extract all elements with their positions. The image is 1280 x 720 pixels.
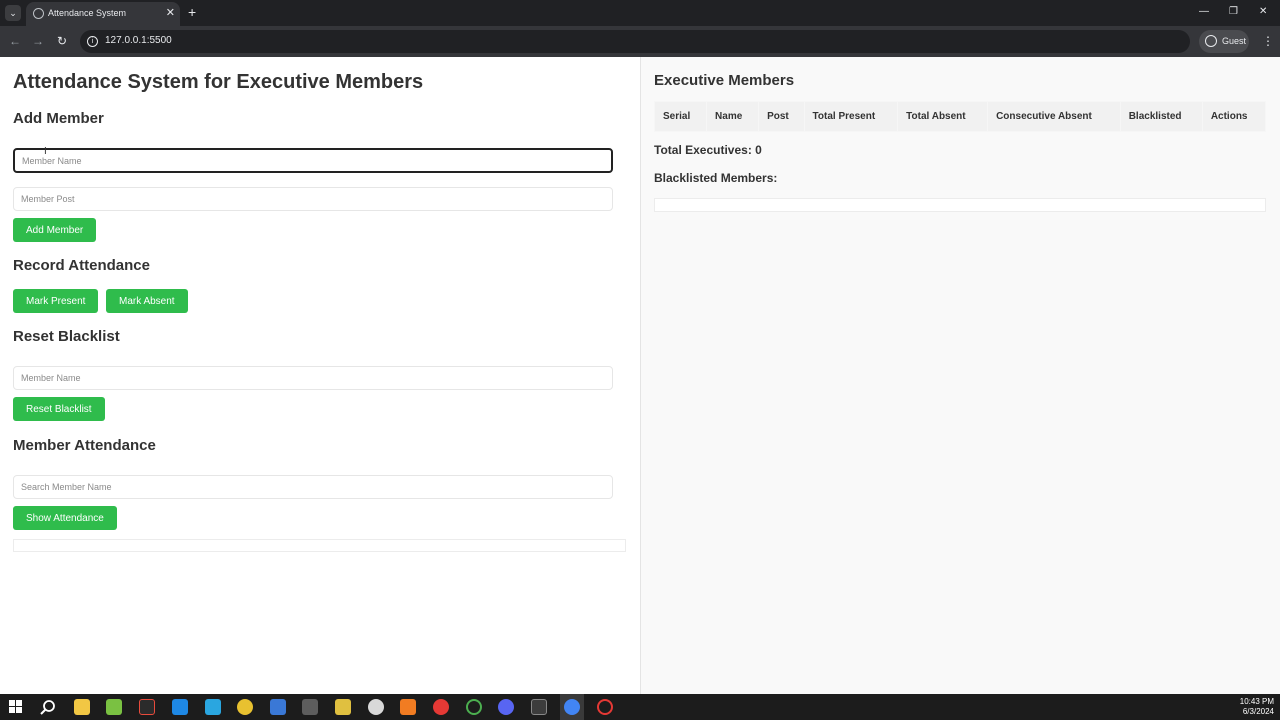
info-icon[interactable]: i [87, 36, 98, 47]
forward-icon[interactable]: → [32, 33, 44, 49]
search-member-input[interactable] [13, 475, 613, 499]
chrome-icon[interactable] [564, 699, 580, 715]
record-attendance-heading: Record Attendance [13, 257, 150, 274]
member-post-input[interactable] [13, 187, 613, 211]
address-bar[interactable]: i 127.0.0.1:5500 [80, 30, 1190, 53]
add-member-button[interactable]: Add Member [13, 218, 97, 242]
git-icon[interactable] [302, 699, 318, 715]
clock-date: 6/3/2024 [1242, 707, 1274, 716]
url-text[interactable]: 127.0.0.1:5500 [105, 35, 172, 46]
column-header: Total Present [803, 101, 899, 132]
back-icon[interactable]: ← [9, 33, 21, 49]
column-header: Actions [1201, 101, 1267, 132]
reset-blacklist-heading: Reset Blacklist [13, 328, 120, 345]
browser-tab-strip: ⌄ Attendance System ✕ + — ❐ ✕ [0, 0, 1280, 26]
app-icon[interactable] [205, 699, 221, 715]
right-panel: Executive Members Serial Name Post Total… [640, 57, 1280, 694]
browser-toolbar: ← → ↻ i 127.0.0.1:5500 Guest ⋮ [0, 26, 1280, 57]
menu-icon[interactable]: ⋮ [1262, 33, 1274, 49]
close-tab-icon[interactable]: ✕ [166, 6, 175, 20]
terminal-icon[interactable] [531, 699, 547, 715]
member-attendance-heading: Member Attendance [13, 437, 156, 454]
attendance-result-box [13, 539, 626, 552]
taskbar: 10:43 PM 6/3/2024 [0, 694, 1280, 720]
browser-tab[interactable]: Attendance System ✕ [26, 2, 180, 26]
discord-icon[interactable] [498, 699, 514, 715]
app-icon[interactable] [466, 699, 482, 715]
profile-label: Guest [1222, 36, 1247, 46]
globe-icon [33, 8, 44, 19]
column-header: Serial [653, 101, 708, 132]
column-header: Consecutive Absent [987, 101, 1121, 132]
notepad-icon[interactable] [106, 699, 122, 715]
blacklisted-members-label: Blacklisted Members: [654, 171, 778, 185]
executive-members-heading: Executive Members [654, 72, 795, 89]
reload-icon[interactable]: ↻ [57, 33, 67, 49]
add-member-heading: Add Member [13, 110, 104, 127]
page-content: Attendance System for Executive Members … [0, 57, 1280, 694]
member-name-input[interactable] [13, 148, 613, 173]
page-title: Attendance System for Executive Members [13, 71, 424, 93]
restore-icon[interactable]: ❐ [1229, 5, 1238, 19]
tab-search-icon[interactable]: ⌄ [5, 5, 21, 21]
table-header-row: Serial Name Post Total Present Total Abs… [653, 101, 1267, 132]
show-attendance-button[interactable]: Show Attendance [13, 506, 117, 530]
file-explorer-icon[interactable] [74, 699, 90, 715]
app-icon[interactable] [433, 699, 449, 715]
mark-absent-button[interactable]: Mark Absent [106, 289, 188, 313]
system-clock[interactable]: 10:43 PM 6/3/2024 [1240, 697, 1274, 717]
profile-button[interactable]: Guest [1199, 30, 1249, 53]
executives-table: Serial Name Post Total Present Total Abs… [653, 101, 1267, 132]
chrome-icon[interactable] [237, 699, 253, 715]
app-icon[interactable] [368, 699, 384, 715]
reset-blacklist-button[interactable]: Reset Blacklist [13, 397, 105, 421]
xampp-icon[interactable] [400, 699, 416, 715]
search-icon[interactable] [40, 699, 56, 715]
mark-present-button[interactable]: Mark Present [13, 289, 99, 313]
column-header: Name [706, 101, 760, 132]
new-tab-icon[interactable]: + [188, 5, 196, 19]
blacklisted-members-list [654, 198, 1266, 212]
clock-time: 10:43 PM [1239, 697, 1274, 706]
left-panel: Attendance System for Executive Members … [0, 57, 640, 694]
column-header: Post [758, 101, 805, 132]
reset-member-name-input[interactable] [13, 366, 613, 390]
tab-title: Attendance System [48, 8, 127, 18]
app-icon[interactable] [139, 699, 155, 715]
windows-start-icon[interactable] [9, 700, 22, 713]
profile-icon [1205, 35, 1217, 47]
app-icon[interactable] [335, 699, 351, 715]
app-icon[interactable] [597, 699, 613, 715]
total-executives-label: Total Executives: 0 [654, 143, 762, 157]
vscode-icon[interactable] [172, 699, 188, 715]
app-icon[interactable] [270, 699, 286, 715]
column-header: Blacklisted [1119, 101, 1203, 132]
window-close-icon[interactable]: ✕ [1259, 5, 1267, 19]
column-header: Total Absent [897, 101, 989, 132]
text-cursor-icon: I [44, 146, 47, 157]
minimize-icon[interactable]: — [1199, 5, 1209, 19]
